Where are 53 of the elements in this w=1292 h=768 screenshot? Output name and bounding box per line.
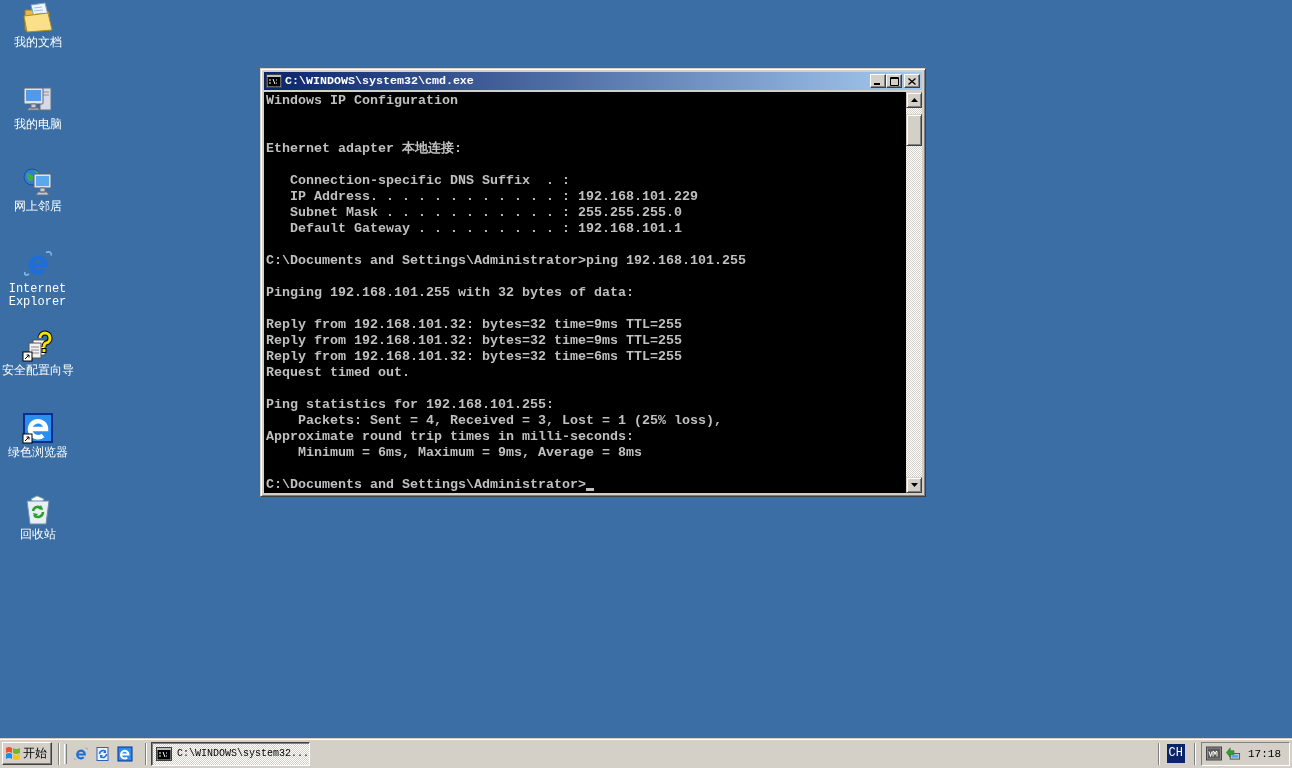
console-icon (156, 746, 172, 761)
console-line: Request timed out. (266, 365, 410, 380)
e-tile-icon[interactable] (117, 745, 133, 762)
console-line: Reply from 192.168.101.32: bytes=32 time=9ms TTL=255 (266, 333, 682, 348)
desktop-icon-label[interactable]: 网上邻居 (13, 201, 62, 214)
desktop-icon-label[interactable]: 我的电脑 (13, 119, 62, 132)
up-arrow-icon (910, 98, 918, 102)
desktop-icon-label[interactable]: 我的文档 (13, 37, 62, 50)
scrollbar[interactable] (906, 92, 922, 493)
windows-flag-icon (5, 746, 21, 761)
maximize-icon (889, 76, 899, 86)
page-arrows-icon[interactable] (95, 745, 111, 762)
network-computer-icon[interactable] (21, 166, 54, 198)
desktop-icon-label[interactable]: Internet Explorer (0, 283, 75, 309)
console-line: Ethernet adapter 本地连接: (266, 141, 462, 156)
console-line: C:\Documents and Settings\Administrator> (266, 477, 586, 492)
maximize-button[interactable] (886, 74, 902, 88)
language-indicator[interactable]: CH (1166, 744, 1185, 763)
scroll-thumb[interactable] (906, 114, 922, 146)
console-line: Windows IP Configuration (266, 93, 458, 108)
console-line: IP Address. . . . . . . . . . . . : 192.168.101.229 (290, 189, 698, 204)
console-line: Pinging 192.168.101.255 with 32 bytes of data: (266, 285, 634, 300)
minimize-button[interactable] (870, 74, 886, 88)
network-arrow-icon[interactable] (1225, 746, 1241, 761)
document-question-icon[interactable] (21, 330, 54, 362)
e-tile-icon[interactable] (21, 412, 54, 444)
console-line: Ping statistics for 192.168.101.255: (266, 397, 554, 412)
start-button[interactable]: 开始 (2, 742, 52, 765)
window-title: C:\WINDOWS\system32\cmd.exe (285, 74, 474, 88)
console-line: Subnet Mask . . . . . . . . . . . : 255.255.255.0 (290, 205, 682, 220)
desktop-icon-label[interactable]: 安全配置向导 (1, 365, 74, 378)
console-line: C:\Documents and Settings\Administrator>ping 192.168.101.255 (266, 253, 746, 268)
clock[interactable]: 17:18 (1248, 747, 1281, 760)
close-button[interactable] (904, 74, 920, 88)
desktop-icon-label[interactable]: 回收站 (19, 529, 56, 542)
scroll-down-button[interactable] (906, 477, 922, 493)
console-icon (266, 74, 282, 88)
folder-icon[interactable] (21, 2, 54, 34)
app-tile-icon[interactable] (1206, 746, 1222, 761)
console-line: Approximate round trip times in milli-seconds: (266, 429, 634, 444)
e-globe-icon[interactable] (73, 745, 89, 762)
console-line: Minimum = 6ms, Maximum = 9ms, Average = 8ms (298, 445, 642, 460)
console-line: Reply from 192.168.101.32: bytes=32 time=9ms TTL=255 (266, 317, 682, 332)
console-line: Default Gateway . . . . . . . . . : 192.168.101.1 (290, 221, 682, 236)
close-icon (908, 77, 916, 85)
scroll-up-button[interactable] (906, 92, 922, 108)
taskbar-button[interactable]: C:\WINDOWS\system32... (151, 741, 310, 766)
minimize-icon (874, 83, 880, 85)
desktop-icon-label[interactable]: 绿色浏览器 (7, 447, 68, 460)
console-line: Packets: Sent = 4, Received = 3, Lost = 1 (25% loss), (298, 413, 722, 428)
console-line: Reply from 192.168.101.32: bytes=32 time=6ms TTL=255 (266, 349, 682, 364)
down-arrow-icon (910, 483, 918, 487)
console-line: Connection-specific DNS Suffix . : (290, 173, 570, 188)
